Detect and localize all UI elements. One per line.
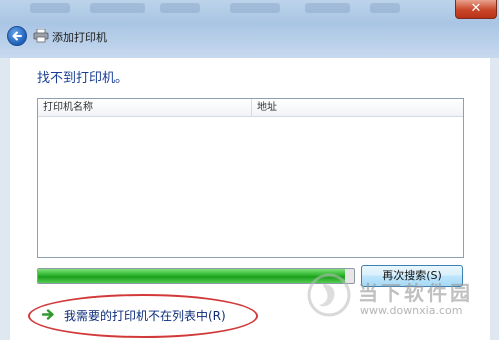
blurred-tab <box>230 3 280 13</box>
blurred-tab <box>90 3 145 13</box>
watermark-url: www.downxia.com <box>360 304 463 317</box>
close-button[interactable]: ✕ <box>455 0 497 19</box>
page-heading: 找不到打印机。 <box>37 71 129 86</box>
column-header-address[interactable]: 地址 <box>252 99 463 117</box>
printer-not-listed-label[interactable]: 我需要的打印机不在列表中(R) <box>64 307 226 324</box>
window-title: 添加打印机 <box>52 31 107 44</box>
column-header-printer-name[interactable]: 打印机名称 <box>38 99 251 117</box>
back-button[interactable] <box>7 26 27 46</box>
watermark-logo-icon <box>307 273 351 317</box>
blurred-tab <box>305 3 350 13</box>
blurred-tab <box>30 3 70 13</box>
progress-fill <box>38 269 345 283</box>
watermark-text: 当下软件园 <box>358 281 473 305</box>
back-arrow-icon <box>12 31 22 41</box>
printer-icon <box>33 29 49 43</box>
blurred-tab <box>370 3 400 13</box>
green-arrow-icon <box>42 309 54 320</box>
printer-list[interactable]: 打印机名称 地址 <box>37 98 464 258</box>
blurred-tab <box>160 3 200 13</box>
